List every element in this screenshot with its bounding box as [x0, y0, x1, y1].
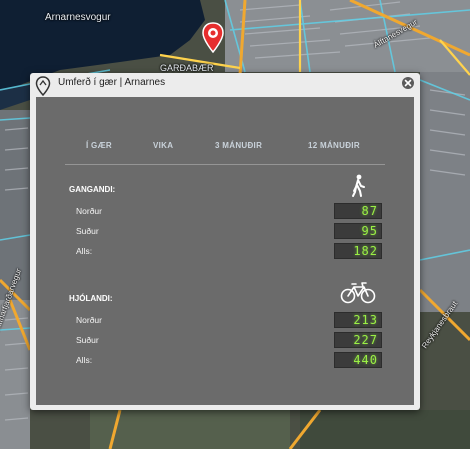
lcd-pedestrian-south: 95 [334, 223, 382, 239]
tab-12-months[interactable]: 12 MÁNUÐIR [308, 141, 360, 150]
pedestrian-icon [352, 174, 365, 197]
counter-panel: Í GÆR VIKA 3 MÁNUÐIR 12 MÁNUÐIR GANGANDI… [36, 97, 414, 405]
tab-yesterday[interactable]: Í GÆR [86, 141, 112, 150]
water-label: Arnarnesvogur [45, 12, 111, 23]
row-label-pedestrian-north: Norður [76, 206, 102, 216]
row-label-pedestrian-south: Suður [76, 226, 99, 236]
lcd-pedestrian-total: 182 [334, 243, 382, 259]
tab-3-months[interactable]: 3 MÁNUÐIR [215, 141, 262, 150]
row-label-cyclist-north: Norður [76, 315, 102, 325]
district-label: GARÐABÆR [160, 63, 214, 73]
lcd-cyclist-total: 440 [334, 352, 382, 368]
popup-title: Umferð í gær | Arnarnes [58, 77, 166, 88]
close-button[interactable] [402, 77, 414, 89]
bicycle-icon [340, 282, 376, 304]
close-icon [404, 79, 412, 87]
period-tabs: Í GÆR VIKA 3 MÁNUÐIR 12 MÁNUÐIR [66, 141, 386, 161]
section-title-pedestrians: GANGANDI: [69, 185, 116, 194]
tab-divider [65, 164, 385, 165]
row-label-cyclist-total: Alls: [76, 355, 93, 365]
tab-week[interactable]: VIKA [153, 141, 173, 150]
section-title-cyclists: HJÓLANDI: [69, 294, 113, 303]
row-label-cyclist-south: Suður [76, 335, 99, 345]
location-marker[interactable] [201, 22, 225, 54]
lcd-cyclist-south: 227 [334, 332, 382, 348]
map-pin-icon [202, 22, 224, 54]
lcd-cyclist-north: 213 [334, 312, 382, 328]
lcd-pedestrian-north: 87 [334, 203, 382, 219]
row-label-pedestrian-total: Alls: [76, 246, 93, 256]
popup-header: Umferð í gær | Arnarnes [30, 73, 420, 96]
location-pin-icon [35, 76, 51, 96]
traffic-popup: Umferð í gær | Arnarnes Í GÆR VIKA 3 MÁN… [30, 73, 420, 410]
